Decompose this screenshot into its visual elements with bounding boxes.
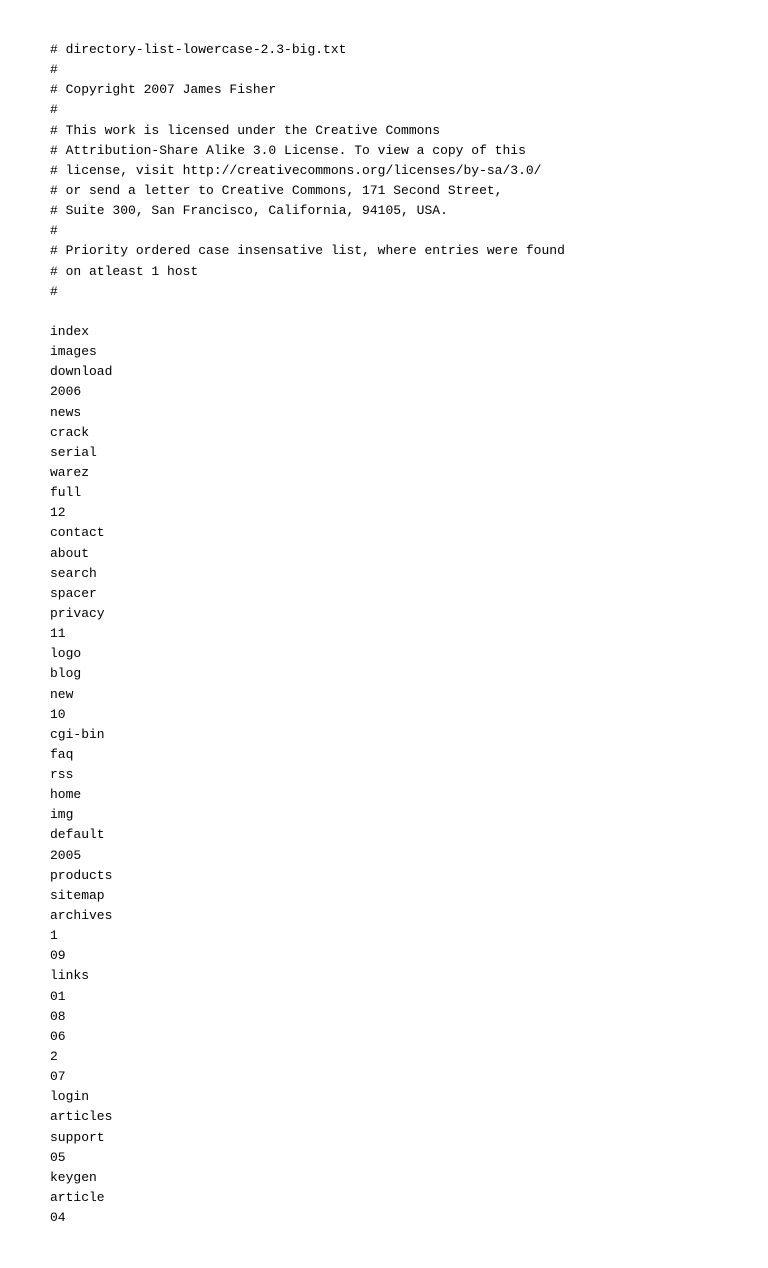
file-content: # directory-list-lowercase-2.3-big.txt #… xyxy=(50,40,718,1228)
